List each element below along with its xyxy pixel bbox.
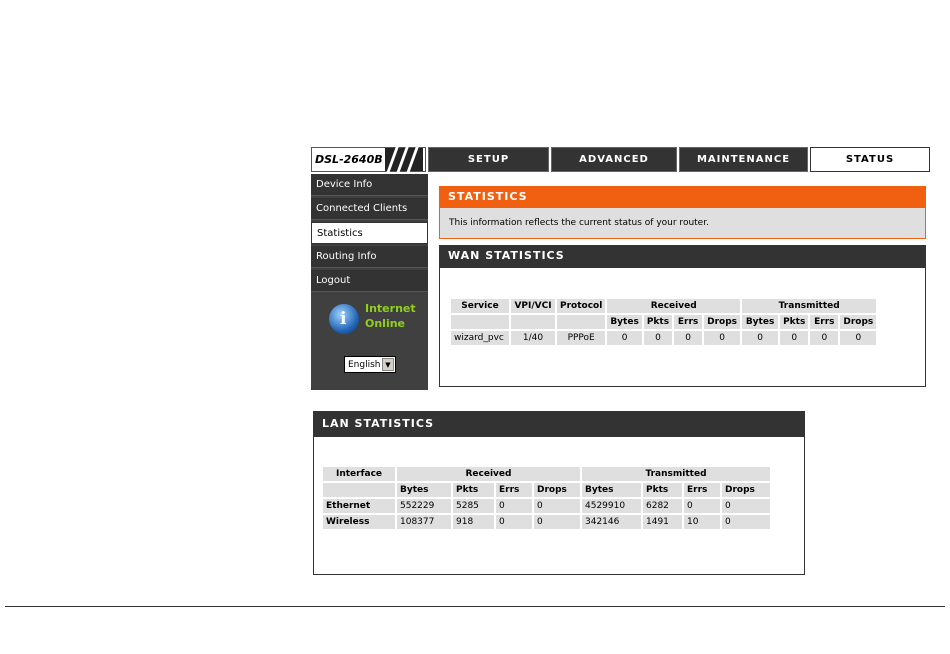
lan-cell: 0 — [722, 515, 770, 529]
lan-header-transmitted: Transmitted — [582, 467, 770, 481]
lan-cell: 1491 — [643, 515, 682, 529]
lan-subheader-empty — [323, 483, 395, 497]
page-divider — [5, 606, 945, 607]
lan-subheader: Drops — [534, 483, 580, 497]
lan-cell: 342146 — [582, 515, 641, 529]
lan-cell: Wireless — [323, 515, 395, 529]
lan-subheader: Errs — [684, 483, 720, 497]
wan-cell: 0 — [810, 331, 839, 345]
wan-statistics-table: Service VPI/VCI Protocol Received Transm… — [449, 297, 878, 347]
lan-statistics-panel: Interface Received Transmitted Bytes Pkt… — [313, 436, 805, 575]
table-row: wizard_pvc 1/40 PPPoE 0 0 0 0 0 0 0 0 — [451, 331, 877, 345]
wan-subheader-empty — [451, 315, 509, 329]
wan-cell: wizard_pvc — [451, 331, 509, 345]
lan-subheader: Pkts — [453, 483, 494, 497]
lan-header-received: Received — [397, 467, 580, 481]
lan-subheader: Bytes — [582, 483, 641, 497]
language-value: English — [348, 360, 381, 370]
wan-cell: 0 — [742, 331, 779, 345]
wan-subheader: Pkts — [643, 315, 673, 329]
wan-header-vpivci: VPI/VCI — [511, 299, 555, 313]
internet-label: Internet — [365, 302, 416, 315]
wan-header-service: Service — [451, 299, 509, 313]
wan-cell: 0 — [704, 331, 741, 345]
tab-setup[interactable]: SETUP — [428, 147, 549, 172]
lan-subheader: Bytes — [397, 483, 451, 497]
wan-cell: 0 — [780, 331, 809, 345]
internet-globe-icon: i — [329, 304, 359, 334]
lan-cell: 108377 — [397, 515, 451, 529]
lan-subheader: Pkts — [643, 483, 682, 497]
lan-cell: 0 — [722, 499, 770, 513]
wan-subheader-empty — [557, 315, 606, 329]
internet-status: Internet Online — [365, 301, 416, 331]
lan-cell: 6282 — [643, 499, 682, 513]
wan-subheader: Errs — [674, 315, 703, 329]
language-select[interactable]: English ▼ — [344, 356, 396, 373]
lan-cell: 918 — [453, 515, 494, 529]
sidebar-item-logout[interactable]: Logout — [311, 270, 428, 292]
wan-header-protocol: Protocol — [557, 299, 606, 313]
sidebar-item-device-info[interactable]: Device Info — [311, 174, 428, 196]
table-row: Wireless 108377 918 0 0 342146 1491 10 0 — [323, 515, 770, 529]
wan-subheader: Pkts — [780, 315, 809, 329]
wan-header-received: Received — [607, 299, 741, 313]
wan-cell: 1/40 — [511, 331, 555, 345]
wan-subheader: Bytes — [607, 315, 642, 329]
lan-statistics-title: LAN STATISTICS — [313, 411, 805, 436]
lan-cell: 5285 — [453, 499, 494, 513]
wan-cell: 0 — [674, 331, 703, 345]
lan-cell: Ethernet — [323, 499, 395, 513]
tab-status[interactable]: STATUS — [810, 147, 930, 172]
wan-subheader: Errs — [810, 315, 839, 329]
lan-cell: 0 — [496, 515, 532, 529]
statistics-title: STATISTICS — [439, 186, 926, 208]
online-label: Online — [365, 317, 406, 330]
lan-header-interface: Interface — [323, 467, 395, 481]
lan-subheader: Errs — [496, 483, 532, 497]
sidebar: Device Info Connected Clients Statistics… — [311, 174, 428, 390]
lan-cell: 552229 — [397, 499, 451, 513]
dlink-slashes-icon — [385, 146, 423, 174]
wan-statistics-title: WAN STATISTICS — [439, 245, 926, 267]
wan-header-transmitted: Transmitted — [742, 299, 877, 313]
lan-statistics-table: Interface Received Transmitted Bytes Pkt… — [321, 465, 772, 531]
sidebar-item-connected-clients[interactable]: Connected Clients — [311, 198, 428, 220]
sidebar-item-routing-info[interactable]: Routing Info — [311, 246, 428, 268]
lan-subheader: Drops — [722, 483, 770, 497]
brand-logo: DSL-2640B — [311, 146, 426, 174]
wan-cell: 0 — [840, 331, 877, 345]
lan-cell: 10 — [684, 515, 720, 529]
table-row: Ethernet 552229 5285 0 0 4529910 6282 0 … — [323, 499, 770, 513]
statistics-description: This information reflects the current st… — [439, 208, 926, 239]
tab-maintenance[interactable]: MAINTENANCE — [679, 147, 808, 172]
wan-subheader-empty — [511, 315, 555, 329]
tab-advanced[interactable]: ADVANCED — [551, 147, 677, 172]
wan-subheader: Drops — [704, 315, 741, 329]
wan-cell: 0 — [607, 331, 642, 345]
model-name: DSL-2640B — [315, 153, 383, 166]
lan-cell: 0 — [534, 515, 580, 529]
lan-cell: 0 — [496, 499, 532, 513]
lan-cell: 0 — [534, 499, 580, 513]
wan-subheader: Bytes — [742, 315, 779, 329]
wan-cell: PPPoE — [557, 331, 606, 345]
wan-subheader: Drops — [840, 315, 877, 329]
dropdown-arrow-icon[interactable]: ▼ — [382, 358, 394, 371]
sidebar-item-statistics[interactable]: Statistics — [311, 222, 428, 244]
wan-cell: 0 — [643, 331, 673, 345]
lan-cell: 0 — [684, 499, 720, 513]
wan-statistics-panel: Service VPI/VCI Protocol Received Transm… — [439, 267, 926, 387]
lan-cell: 4529910 — [582, 499, 641, 513]
